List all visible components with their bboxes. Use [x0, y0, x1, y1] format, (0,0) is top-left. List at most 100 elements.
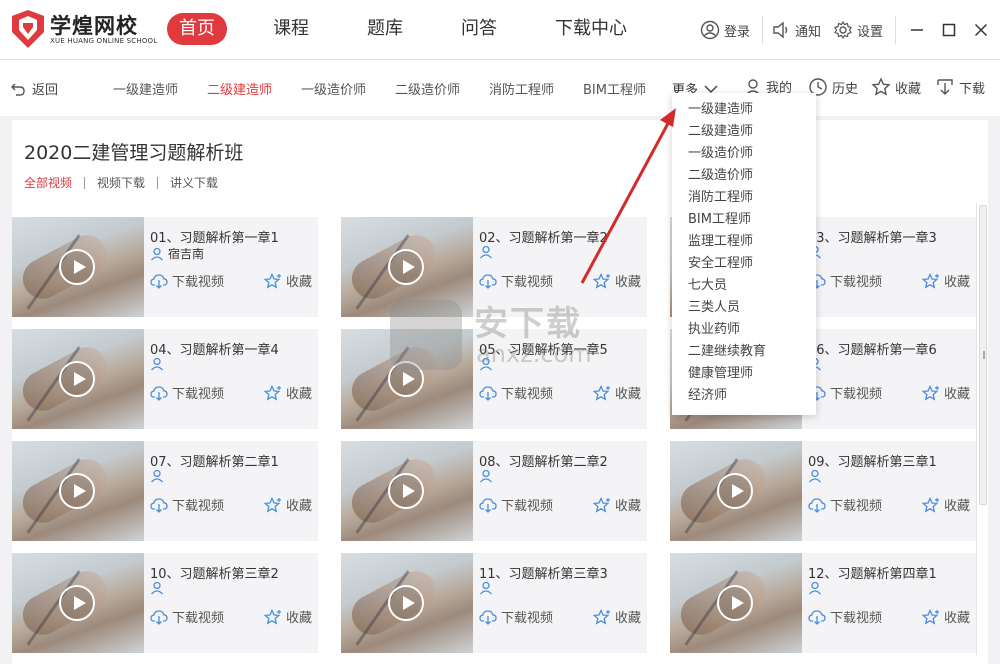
dropdown-item[interactable]: 二级造价师	[672, 165, 816, 187]
video-card[interactable]: 04、习题解析第一章4 下载视频 收藏	[12, 329, 318, 429]
video-thumbnail[interactable]	[12, 329, 144, 429]
category-tab-6[interactable]: BIM工程师	[583, 79, 646, 98]
favorite-button[interactable]: 收藏	[922, 495, 970, 514]
favorite-button[interactable]: 收藏	[593, 271, 641, 290]
filter-all-videos[interactable]: 全部视频	[24, 174, 72, 191]
favorite-button[interactable]: 收藏	[593, 383, 641, 402]
download-video-button[interactable]: 下载视频	[479, 383, 553, 402]
category-tab-3[interactable]: 一级造价师	[301, 79, 366, 98]
category-tab-2[interactable]: 二级建造师	[207, 79, 272, 98]
video-card[interactable]: 08、习题解析第二章2 下载视频 收藏	[341, 441, 647, 541]
download-video-button[interactable]: 下载视频	[808, 271, 882, 290]
minimize-button[interactable]	[904, 17, 930, 43]
brand-name: 学煌网校	[50, 14, 138, 38]
download-video-button[interactable]: 下载视频	[808, 607, 882, 626]
video-card[interactable]: 10、习题解析第三章2 下载视频 收藏	[12, 553, 318, 653]
download-video-button[interactable]: 下载视频	[808, 495, 882, 514]
video-thumbnail[interactable]	[12, 217, 144, 317]
dropdown-item[interactable]: 监理工程师	[672, 231, 816, 253]
play-icon[interactable]	[388, 249, 424, 285]
nav-qa[interactable]: 问答	[449, 13, 509, 45]
play-icon[interactable]	[59, 361, 95, 397]
settings-button[interactable]: 设置	[833, 20, 883, 40]
download-video-button[interactable]: 下载视频	[479, 607, 553, 626]
dropdown-item[interactable]: 健康管理师	[672, 363, 816, 385]
video-thumbnail[interactable]	[670, 441, 802, 541]
divider	[895, 16, 896, 44]
dropdown-item[interactable]: 经济师	[672, 385, 816, 407]
favorite-button[interactable]: 收藏	[264, 495, 312, 514]
video-card[interactable]: 12、习题解析第四章1 下载视频 收藏	[670, 553, 976, 653]
category-tab-4[interactable]: 二级造价师	[395, 79, 460, 98]
dropdown-item[interactable]: 二级建造师	[672, 121, 816, 143]
nav-courses[interactable]: 课程	[261, 13, 321, 45]
favorite-button[interactable]: 收藏	[264, 271, 312, 290]
download-video-button[interactable]: 下载视频	[150, 383, 224, 402]
cloud-download-icon	[479, 385, 497, 401]
video-title: 01、习题解析第一章1	[150, 231, 279, 246]
category-tab-5[interactable]: 消防工程师	[489, 79, 554, 98]
download-video-button[interactable]: 下载视频	[150, 495, 224, 514]
login-button[interactable]: 登录	[700, 20, 750, 40]
nav-download-center[interactable]: 下载中心	[543, 13, 639, 45]
favorite-button[interactable]: 收藏	[922, 607, 970, 626]
dropdown-item[interactable]: 三类人员	[672, 297, 816, 319]
video-thumbnail[interactable]	[12, 441, 144, 541]
play-icon[interactable]	[717, 585, 753, 621]
scrollbar[interactable]	[976, 203, 988, 655]
download-button[interactable]: 下载	[935, 77, 985, 97]
video-thumbnail[interactable]	[12, 553, 144, 653]
video-thumbnail[interactable]	[341, 441, 473, 541]
favorite-label: 收藏	[944, 611, 971, 626]
back-button[interactable]: 返回	[10, 79, 58, 98]
close-button[interactable]	[968, 17, 994, 43]
dropdown-item[interactable]: 执业药师	[672, 319, 816, 341]
download-video-button[interactable]: 下载视频	[479, 495, 553, 514]
favorites-button[interactable]: 收藏	[871, 77, 921, 97]
category-tab-1[interactable]: 一级建造师	[113, 79, 178, 98]
play-icon[interactable]	[59, 585, 95, 621]
notice-button[interactable]: 通知	[771, 20, 821, 40]
filter-handout-download[interactable]: 讲义下载	[170, 174, 218, 191]
content-panel: 2020二建管理习题解析班 全部视频 视频下载 讲义下载 01、习题解析第一章1…	[12, 120, 988, 664]
download-video-label: 下载视频	[172, 611, 225, 626]
maximize-button[interactable]	[936, 17, 962, 43]
nav-home[interactable]: 首页	[167, 13, 227, 45]
video-card[interactable]: 01、习题解析第一章1 宿吉南 下载视频 收藏	[12, 217, 318, 317]
star-plus-icon	[593, 496, 610, 513]
download-video-button[interactable]: 下载视频	[808, 383, 882, 402]
favorite-button[interactable]: 收藏	[593, 495, 641, 514]
download-video-button[interactable]: 下载视频	[150, 271, 224, 290]
play-icon[interactable]	[388, 585, 424, 621]
download-video-label: 下载视频	[830, 275, 883, 290]
download-video-button[interactable]: 下载视频	[150, 607, 224, 626]
dropdown-item[interactable]: 安全工程师	[672, 253, 816, 275]
cloud-download-icon	[150, 273, 168, 289]
favorite-button[interactable]: 收藏	[264, 607, 312, 626]
video-card[interactable]: 09、习题解析第三章1 下载视频 收藏	[670, 441, 976, 541]
scrollbar-thumb[interactable]	[979, 205, 987, 505]
dropdown-item[interactable]: 二建继续教育	[672, 341, 816, 363]
favorite-button[interactable]: 收藏	[922, 383, 970, 402]
dropdown-item[interactable]: 一级建造师	[672, 99, 816, 121]
nav-question-bank[interactable]: 题库	[355, 13, 415, 45]
play-icon[interactable]	[388, 473, 424, 509]
filter-video-download[interactable]: 视频下载	[97, 174, 145, 191]
favorite-button[interactable]: 收藏	[922, 271, 970, 290]
play-icon[interactable]	[717, 473, 753, 509]
video-thumbnail[interactable]	[341, 553, 473, 653]
dropdown-item[interactable]: 七大员	[672, 275, 816, 297]
video-title: 03、习题解析第一章3	[808, 231, 937, 246]
dropdown-item[interactable]: 消防工程师	[672, 187, 816, 209]
dropdown-item[interactable]: BIM工程师	[672, 209, 816, 231]
video-card[interactable]: 07、习题解析第二章1 下载视频 收藏	[12, 441, 318, 541]
download-video-button[interactable]: 下载视频	[479, 271, 553, 290]
star-plus-icon	[264, 384, 281, 401]
dropdown-item[interactable]: 一级造价师	[672, 143, 816, 165]
play-icon[interactable]	[59, 473, 95, 509]
video-thumbnail[interactable]	[670, 553, 802, 653]
video-card[interactable]: 11、习题解析第三章3 下载视频 收藏	[341, 553, 647, 653]
play-icon[interactable]	[59, 249, 95, 285]
favorite-button[interactable]: 收藏	[264, 383, 312, 402]
favorite-button[interactable]: 收藏	[593, 607, 641, 626]
